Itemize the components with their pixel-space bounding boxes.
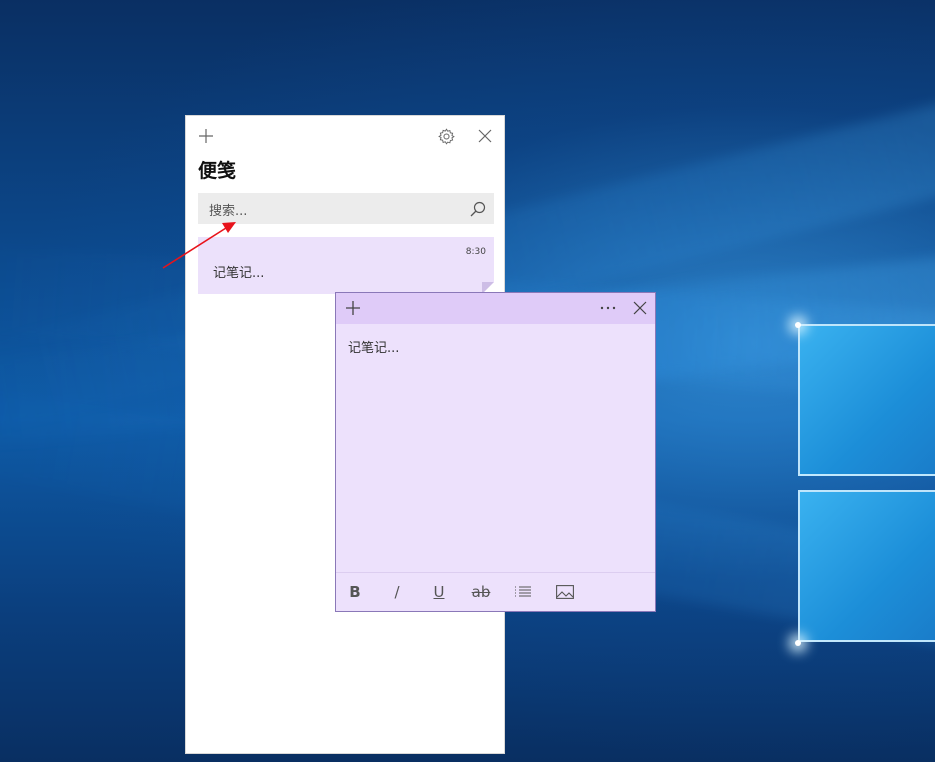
annotation-arrow xyxy=(162,222,236,269)
